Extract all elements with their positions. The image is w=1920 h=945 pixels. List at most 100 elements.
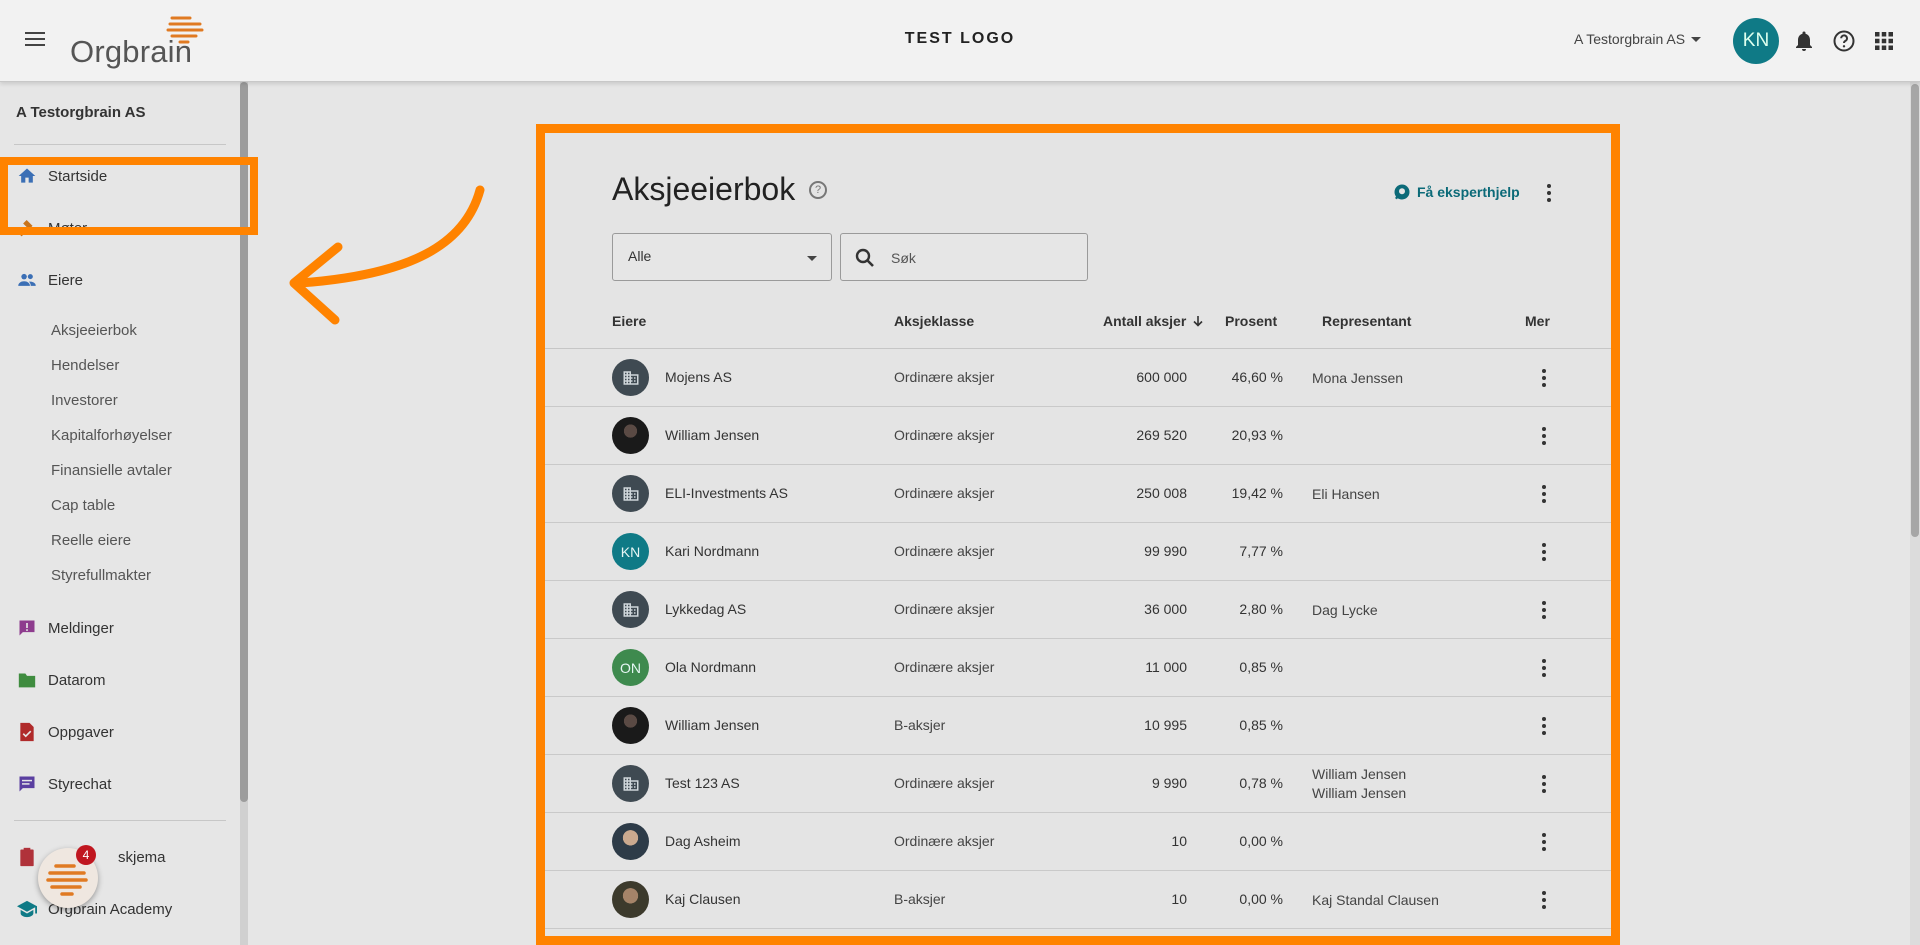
owner-name[interactable]: Lykkedag AS <box>665 601 746 617</box>
owner-name[interactable]: Kaj Clausen <box>665 891 741 907</box>
search-field[interactable] <box>840 233 1088 281</box>
sidebar-subitem-investorer[interactable]: Investorer <box>51 392 118 409</box>
expert-chat-icon <box>1394 184 1410 200</box>
owner-name[interactable]: Dag Asheim <box>665 833 740 849</box>
share-count: 600 000 <box>1136 369 1187 385</box>
notification-bell-icon[interactable] <box>1792 29 1816 53</box>
table-row[interactable]: William Jensen Ordinære aksjer 269 520 20,9… <box>545 407 1611 465</box>
search-input[interactable] <box>891 246 1076 270</box>
chevron-down-icon <box>807 256 817 261</box>
business-icon <box>623 776 638 791</box>
owner-name[interactable]: William Jensen <box>665 427 759 443</box>
row-more-options-icon[interactable] <box>1536 601 1552 619</box>
help-icon[interactable] <box>1832 29 1856 53</box>
row-more-options-icon[interactable] <box>1536 543 1552 561</box>
share-class: Ordinære aksjer <box>894 543 995 559</box>
table-row[interactable]: Mojens AS Ordinære aksjer 600 000 46,60 % Mo… <box>545 349 1611 407</box>
message-icon <box>16 617 38 639</box>
sidebar-item-oppgaver[interactable]: Oppgaver <box>0 712 240 752</box>
column-header-shares[interactable]: Antall aksjer <box>1103 313 1204 329</box>
sidebar-item-datarom[interactable]: Datarom <box>0 660 240 700</box>
column-header-representative[interactable]: Representant <box>1322 313 1411 329</box>
column-header-share-class[interactable]: Aksjeklasse <box>894 313 974 329</box>
row-more-options-icon[interactable] <box>1536 485 1552 503</box>
person-avatar: ON <box>612 649 649 686</box>
school-icon <box>16 898 38 920</box>
curved-arrow-icon <box>289 185 485 325</box>
owner-name[interactable]: Test 123 AS <box>665 775 740 791</box>
sidebar-subitem-finansielle-avtaler[interactable]: Finansielle avtaler <box>51 462 172 479</box>
business-icon <box>623 602 638 617</box>
row-more-options-icon[interactable] <box>1536 833 1552 851</box>
table-row[interactable]: Lykkedag AS Ordinære aksjer 36 000 2,80 % Da… <box>545 581 1611 639</box>
table-row[interactable]: Test 123 AS Ordinære aksjer 9 990 0,78 % Wil… <box>545 755 1611 813</box>
row-more-options-icon[interactable] <box>1536 891 1552 909</box>
sidebar-item-meldinger[interactable]: Meldinger <box>0 608 240 648</box>
expert-help-link[interactable]: Få eksperthjelp <box>1393 183 1520 201</box>
organization-name: A Testorgbrain AS <box>1574 31 1686 47</box>
table-row[interactable]: William Jensen B-aksjer 10 995 0,85 % <box>545 697 1611 755</box>
table-row[interactable]: ELI-Investments AS Ordinære aksjer 250 008… <box>545 465 1611 523</box>
page-scrollbar[interactable] <box>1911 84 1919 537</box>
representative-name: Dag Lycke <box>1312 602 1378 618</box>
business-icon <box>623 370 638 385</box>
row-more-options-icon[interactable] <box>1536 369 1552 387</box>
sidebar-item-eiere[interactable]: Eiere <box>0 260 240 300</box>
share-count: 250 008 <box>1136 485 1187 501</box>
apps-grid-icon[interactable] <box>1872 29 1896 53</box>
user-avatar[interactable]: KN <box>1733 18 1779 64</box>
sidebar-item-label: Datarom <box>48 671 106 689</box>
test-logo[interactable]: TEST LOGO <box>905 30 1015 47</box>
sidebar-subitem-aksjeeierbok[interactable]: Aksjeeierbok <box>51 322 137 339</box>
sidebar-item-orgbrain-academy[interactable]: Orgbrain Academy <box>0 889 240 929</box>
share-percent: 0,00 % <box>1239 891 1283 907</box>
hamburger-menu-icon[interactable] <box>22 28 48 54</box>
sidebar-item-skjema[interactable]: skjema <box>0 837 240 877</box>
help-icon[interactable]: ? <box>809 181 827 199</box>
orgbrain-logo[interactable]: Orgbrain <box>70 12 210 72</box>
share-count: 99 990 <box>1144 543 1187 559</box>
sidebar-subitem-cap-table[interactable]: Cap table <box>51 497 115 514</box>
column-header-percent[interactable]: Prosent <box>1225 313 1277 329</box>
task-icon <box>16 721 38 743</box>
company-avatar <box>612 475 649 512</box>
sidebar-item-styrechat[interactable]: Styrechat <box>0 764 240 804</box>
company-avatar <box>612 765 649 802</box>
sort-arrow-down-icon <box>1193 316 1203 327</box>
owner-name[interactable]: Ola Nordmann <box>665 659 756 675</box>
row-more-options-icon[interactable] <box>1536 717 1552 735</box>
share-count: 9 990 <box>1151 775 1187 791</box>
table-row[interactable]: KN Kari Nordmann Ordinære aksjer 99 990 7,77… <box>545 523 1611 581</box>
top-bar: Orgbrain TEST LOGO A Testorgbrain AS KN <box>0 0 1920 82</box>
sidebar-divider <box>14 820 226 821</box>
row-more-options-icon[interactable] <box>1536 659 1552 677</box>
share-class: Ordinære aksjer <box>894 659 995 675</box>
more-options-icon[interactable] <box>1541 184 1557 202</box>
row-more-options-icon[interactable] <box>1536 775 1552 793</box>
table-row[interactable]: ON Ola Nordmann Ordinære aksjer 11 000 0,85 … <box>545 639 1611 697</box>
sidebar-subitem-styrefullmakter[interactable]: Styrefullmakter <box>51 567 151 584</box>
owner-name[interactable]: William Jensen <box>665 717 759 733</box>
person-avatar: KN <box>612 533 649 570</box>
sidebar-subitem-reelle-eiere[interactable]: Reelle eiere <box>51 532 131 549</box>
sidebar-item-label: Oppgaver <box>48 723 114 741</box>
organization-selector[interactable]: A Testorgbrain AS <box>1574 31 1702 47</box>
share-count: 11 000 <box>1145 659 1187 675</box>
owner-filter-select[interactable]: Alle <box>612 233 832 281</box>
sidebar-item-label: skjema <box>118 848 166 866</box>
owner-name[interactable]: Kari Nordmann <box>665 543 759 559</box>
table-row[interactable]: Dag Asheim Ordinære aksjer 10 0,00 % <box>545 813 1611 871</box>
share-percent: 0,85 % <box>1239 717 1283 733</box>
column-header-shares-label: Antall aksjer <box>1103 313 1187 329</box>
owner-name[interactable]: Mojens AS <box>665 369 732 385</box>
owner-name[interactable]: ELI-Investments AS <box>665 485 788 501</box>
sidebar-subitem-hendelser[interactable]: Hendelser <box>51 357 119 374</box>
sidebar-item-label: Eiere <box>48 271 84 289</box>
sidebar-item-label: Styrechat <box>48 775 112 793</box>
table-row[interactable]: Kaj Clausen B-aksjer 10 0,00 % Kaj Standal C… <box>545 871 1611 929</box>
column-header-owners[interactable]: Eiere <box>612 313 646 329</box>
person-avatar <box>612 823 649 860</box>
share-percent: 0,00 % <box>1239 833 1283 849</box>
sidebar-subitem-kapitalforhoyelser[interactable]: Kapitalforhøyelser <box>51 427 172 444</box>
row-more-options-icon[interactable] <box>1536 427 1552 445</box>
